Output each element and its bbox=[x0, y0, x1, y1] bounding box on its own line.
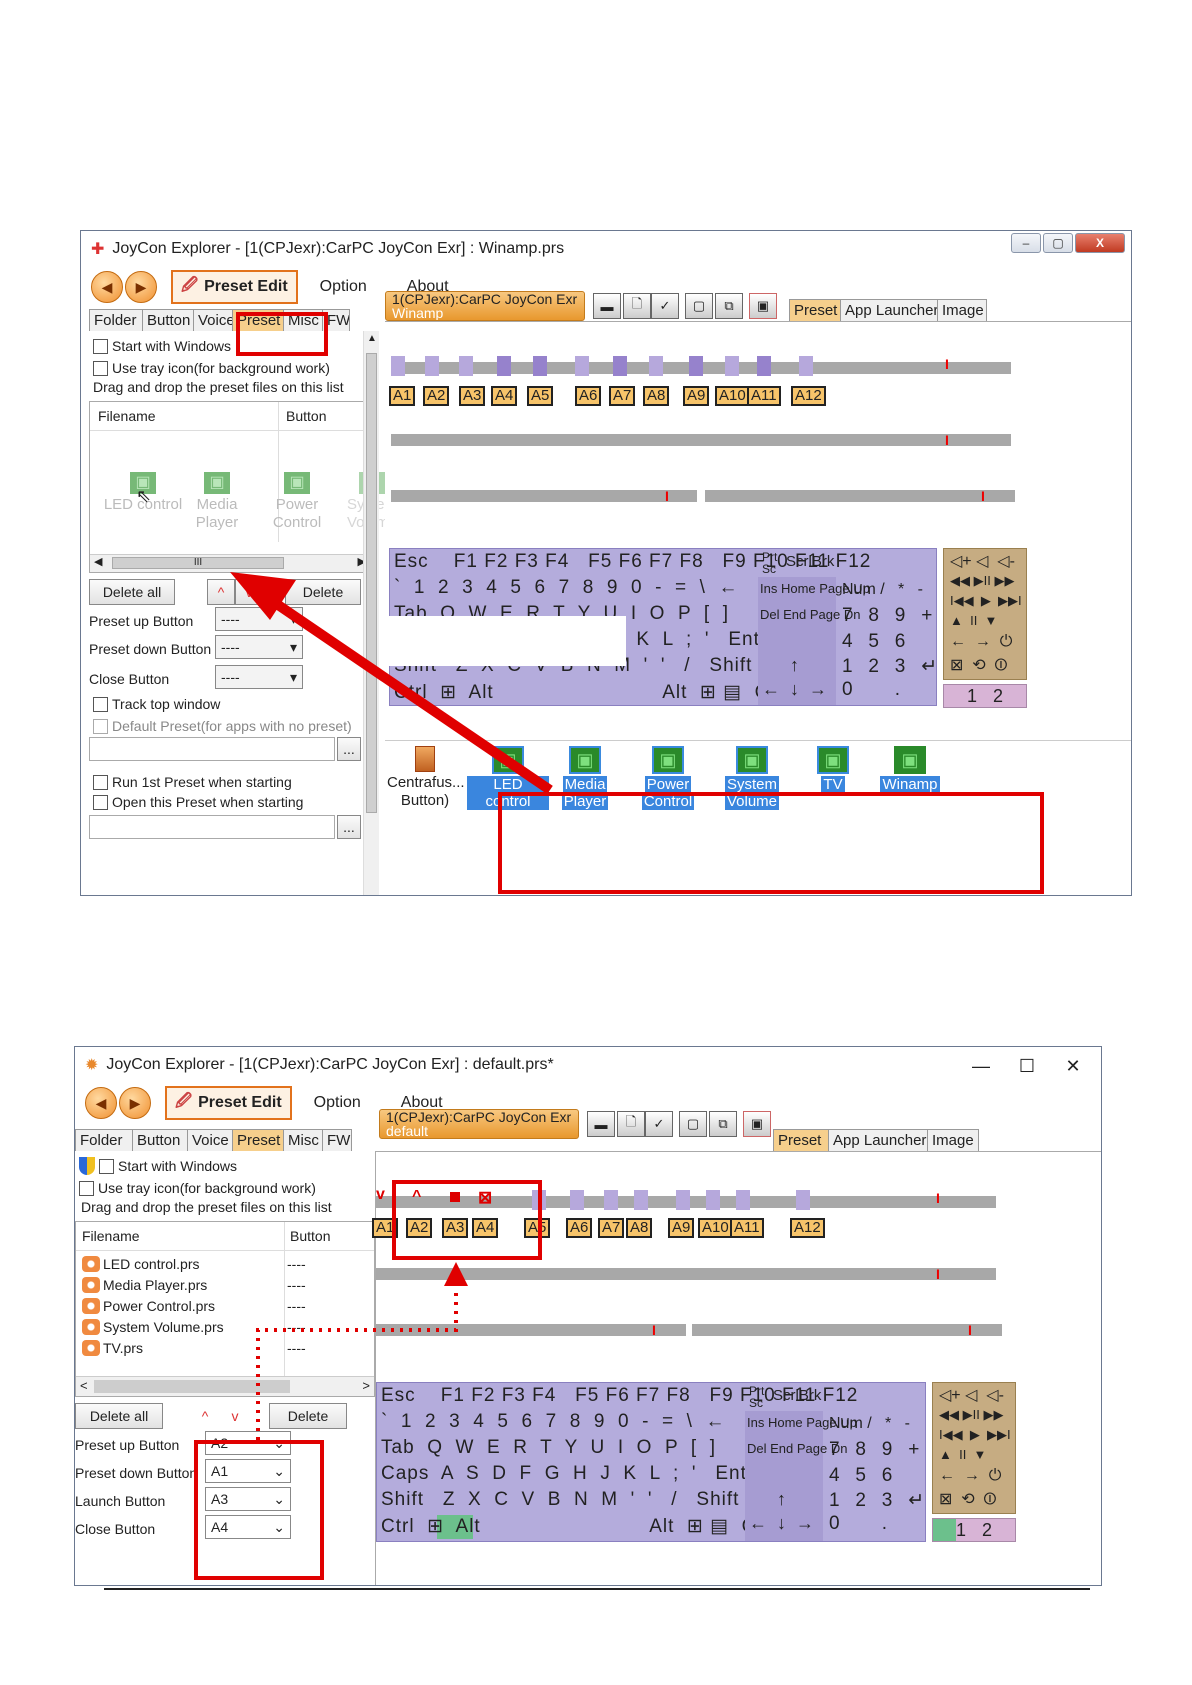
connector-arrow-head bbox=[444, 1262, 468, 1286]
dotted-connector bbox=[256, 1262, 468, 1440]
page-divider-line bbox=[104, 1588, 1090, 1590]
connector-line bbox=[256, 1290, 458, 1440]
